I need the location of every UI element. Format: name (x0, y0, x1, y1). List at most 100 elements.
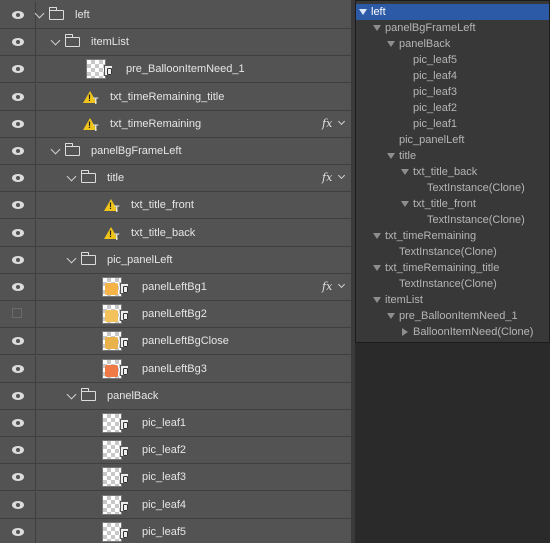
effects-icon[interactable]: fx (322, 117, 332, 130)
hierarchy-node[interactable]: panelBack (356, 36, 549, 52)
layer-name[interactable]: panelLeftBgClose (142, 335, 229, 347)
layer-row[interactable]: pic_leaf3 (0, 464, 351, 492)
layer-name[interactable]: pic_leaf3 (142, 471, 186, 483)
eye-icon[interactable] (12, 201, 24, 210)
chevron-down-icon[interactable] (50, 35, 61, 46)
layer-row[interactable]: Ttxt_title_back (0, 219, 351, 247)
layer-name[interactable]: panelBgFrameLeft (91, 145, 182, 157)
chevron-down-icon[interactable] (50, 144, 61, 155)
visibility-toggle[interactable] (0, 219, 36, 246)
visibility-toggle[interactable] (0, 165, 36, 192)
hidden-visibility-box[interactable] (12, 308, 22, 319)
visibility-toggle[interactable] (0, 382, 36, 409)
layer-name[interactable]: txt_timeRemaining_title (110, 91, 224, 103)
layer-name[interactable]: pic_leaf1 (142, 417, 186, 429)
layer-row[interactable]: Ttxt_timeRemaining_title (0, 83, 351, 111)
chevron-down-icon[interactable] (66, 389, 77, 400)
eye-icon[interactable] (12, 473, 24, 482)
visibility-toggle[interactable] (0, 56, 36, 83)
eye-icon[interactable] (12, 147, 24, 155)
eye-icon[interactable] (12, 255, 24, 264)
visibility-toggle[interactable] (0, 274, 36, 300)
eye-icon[interactable] (12, 65, 24, 74)
hierarchy-node[interactable]: BalloonItemNeed(Clone) (356, 324, 549, 340)
visibility-toggle[interactable] (0, 328, 36, 355)
eye-icon[interactable] (12, 446, 24, 455)
visibility-toggle[interactable] (0, 518, 36, 543)
visibility-toggle[interactable] (0, 437, 36, 464)
hierarchy-node[interactable]: pic_leaf3 (356, 84, 549, 100)
eye-icon[interactable] (12, 38, 24, 47)
expand-arrow-icon[interactable] (401, 201, 409, 207)
visibility-toggle[interactable] (0, 246, 36, 273)
layer-row[interactable]: title fx (0, 165, 351, 193)
expand-arrow-icon[interactable] (387, 313, 395, 319)
layer-row[interactable]: Ttxt_title_front (0, 192, 351, 220)
expand-arrow-icon[interactable] (373, 265, 381, 271)
collapsed-arrow-icon[interactable] (402, 328, 408, 336)
eye-icon[interactable] (12, 283, 24, 291)
layer-name[interactable]: pic_leaf4 (142, 499, 186, 511)
layer-name[interactable]: panelBack (107, 390, 158, 402)
hierarchy-node[interactable]: pre_BalloonItemNeed_1 (356, 308, 549, 324)
hierarchy-node[interactable]: txt_title_back (356, 164, 549, 180)
expand-arrow-icon[interactable] (373, 233, 381, 239)
eye-icon[interactable] (12, 500, 24, 509)
eye-icon[interactable] (12, 391, 24, 400)
layer-row[interactable]: panelBack (0, 382, 351, 410)
layer-name[interactable]: pic_leaf5 (142, 526, 186, 538)
expand-arrow-icon[interactable] (387, 41, 395, 47)
visibility-toggle[interactable] (0, 83, 36, 110)
layer-name[interactable]: panelLeftBg3 (142, 363, 207, 375)
expand-arrow-icon[interactable] (387, 153, 395, 159)
hierarchy-node[interactable]: pic_panelLeft (356, 132, 549, 148)
layer-name[interactable]: title (107, 172, 124, 184)
layer-row[interactable]: pic_panelLeft (0, 246, 351, 274)
expand-arrow-icon[interactable] (373, 297, 381, 303)
expand-arrow-icon[interactable] (359, 9, 367, 15)
layer-row[interactable]: panelLeftBg3 (0, 355, 351, 383)
eye-icon[interactable] (12, 119, 24, 128)
layer-row[interactable]: pre_BalloonItemNeed_1 (0, 56, 351, 84)
layer-row[interactable]: itemList (0, 29, 351, 57)
chevron-down-icon[interactable] (66, 171, 77, 182)
hierarchy-node[interactable]: title (356, 148, 549, 164)
effects-icon[interactable]: fx (322, 171, 332, 184)
eye-icon[interactable] (12, 174, 24, 183)
visibility-toggle[interactable] (0, 491, 36, 518)
visibility-toggle[interactable] (0, 192, 36, 219)
hierarchy-node[interactable]: txt_timeRemaining_title (356, 260, 549, 276)
layer-row[interactable]: Ttxt_timeRemaining fx (0, 110, 351, 138)
layer-name[interactable]: txt_timeRemaining (110, 118, 201, 130)
layer-row[interactable]: pic_leaf4 (0, 491, 351, 519)
visibility-toggle[interactable] (0, 410, 36, 436)
chevron-down-icon[interactable] (34, 8, 45, 19)
layer-row[interactable]: panelLeftBgClose (0, 328, 351, 356)
eye-icon[interactable] (12, 527, 24, 536)
visibility-toggle[interactable] (0, 464, 36, 491)
layer-name[interactable]: left (75, 9, 90, 21)
visibility-toggle[interactable] (0, 355, 36, 382)
hierarchy-node[interactable]: pic_leaf4 (356, 68, 549, 84)
chevron-down-icon[interactable] (66, 253, 77, 264)
hierarchy-node[interactable]: panelBgFrameLeft (356, 20, 549, 36)
eye-icon[interactable] (12, 337, 24, 346)
layer-name[interactable]: panelLeftBg2 (142, 308, 207, 320)
hierarchy-node[interactable]: TextInstance(Clone) (356, 244, 549, 260)
chevron-down-icon[interactable] (337, 117, 346, 125)
eye-icon[interactable] (12, 364, 24, 373)
layer-name[interactable]: pic_panelLeft (107, 254, 172, 266)
hierarchy-node[interactable]: TextInstance(Clone) (356, 212, 549, 228)
layer-name[interactable]: pic_leaf2 (142, 444, 186, 456)
layer-row[interactable]: left (0, 2, 351, 29)
hierarchy-node[interactable]: TextInstance(Clone) (356, 276, 549, 292)
hierarchy-node[interactable]: pic_leaf2 (356, 100, 549, 116)
hierarchy-node[interactable]: pic_leaf1 (356, 116, 549, 132)
layer-row[interactable]: pic_leaf1 (0, 410, 351, 437)
chevron-down-icon[interactable] (337, 280, 346, 289)
visibility-toggle[interactable] (0, 110, 36, 137)
layer-name[interactable]: txt_title_front (131, 199, 194, 211)
hierarchy-node[interactable]: txt_timeRemaining (356, 228, 549, 244)
layer-name[interactable]: panelLeftBg1 (142, 281, 207, 293)
expand-arrow-icon[interactable] (401, 169, 409, 175)
